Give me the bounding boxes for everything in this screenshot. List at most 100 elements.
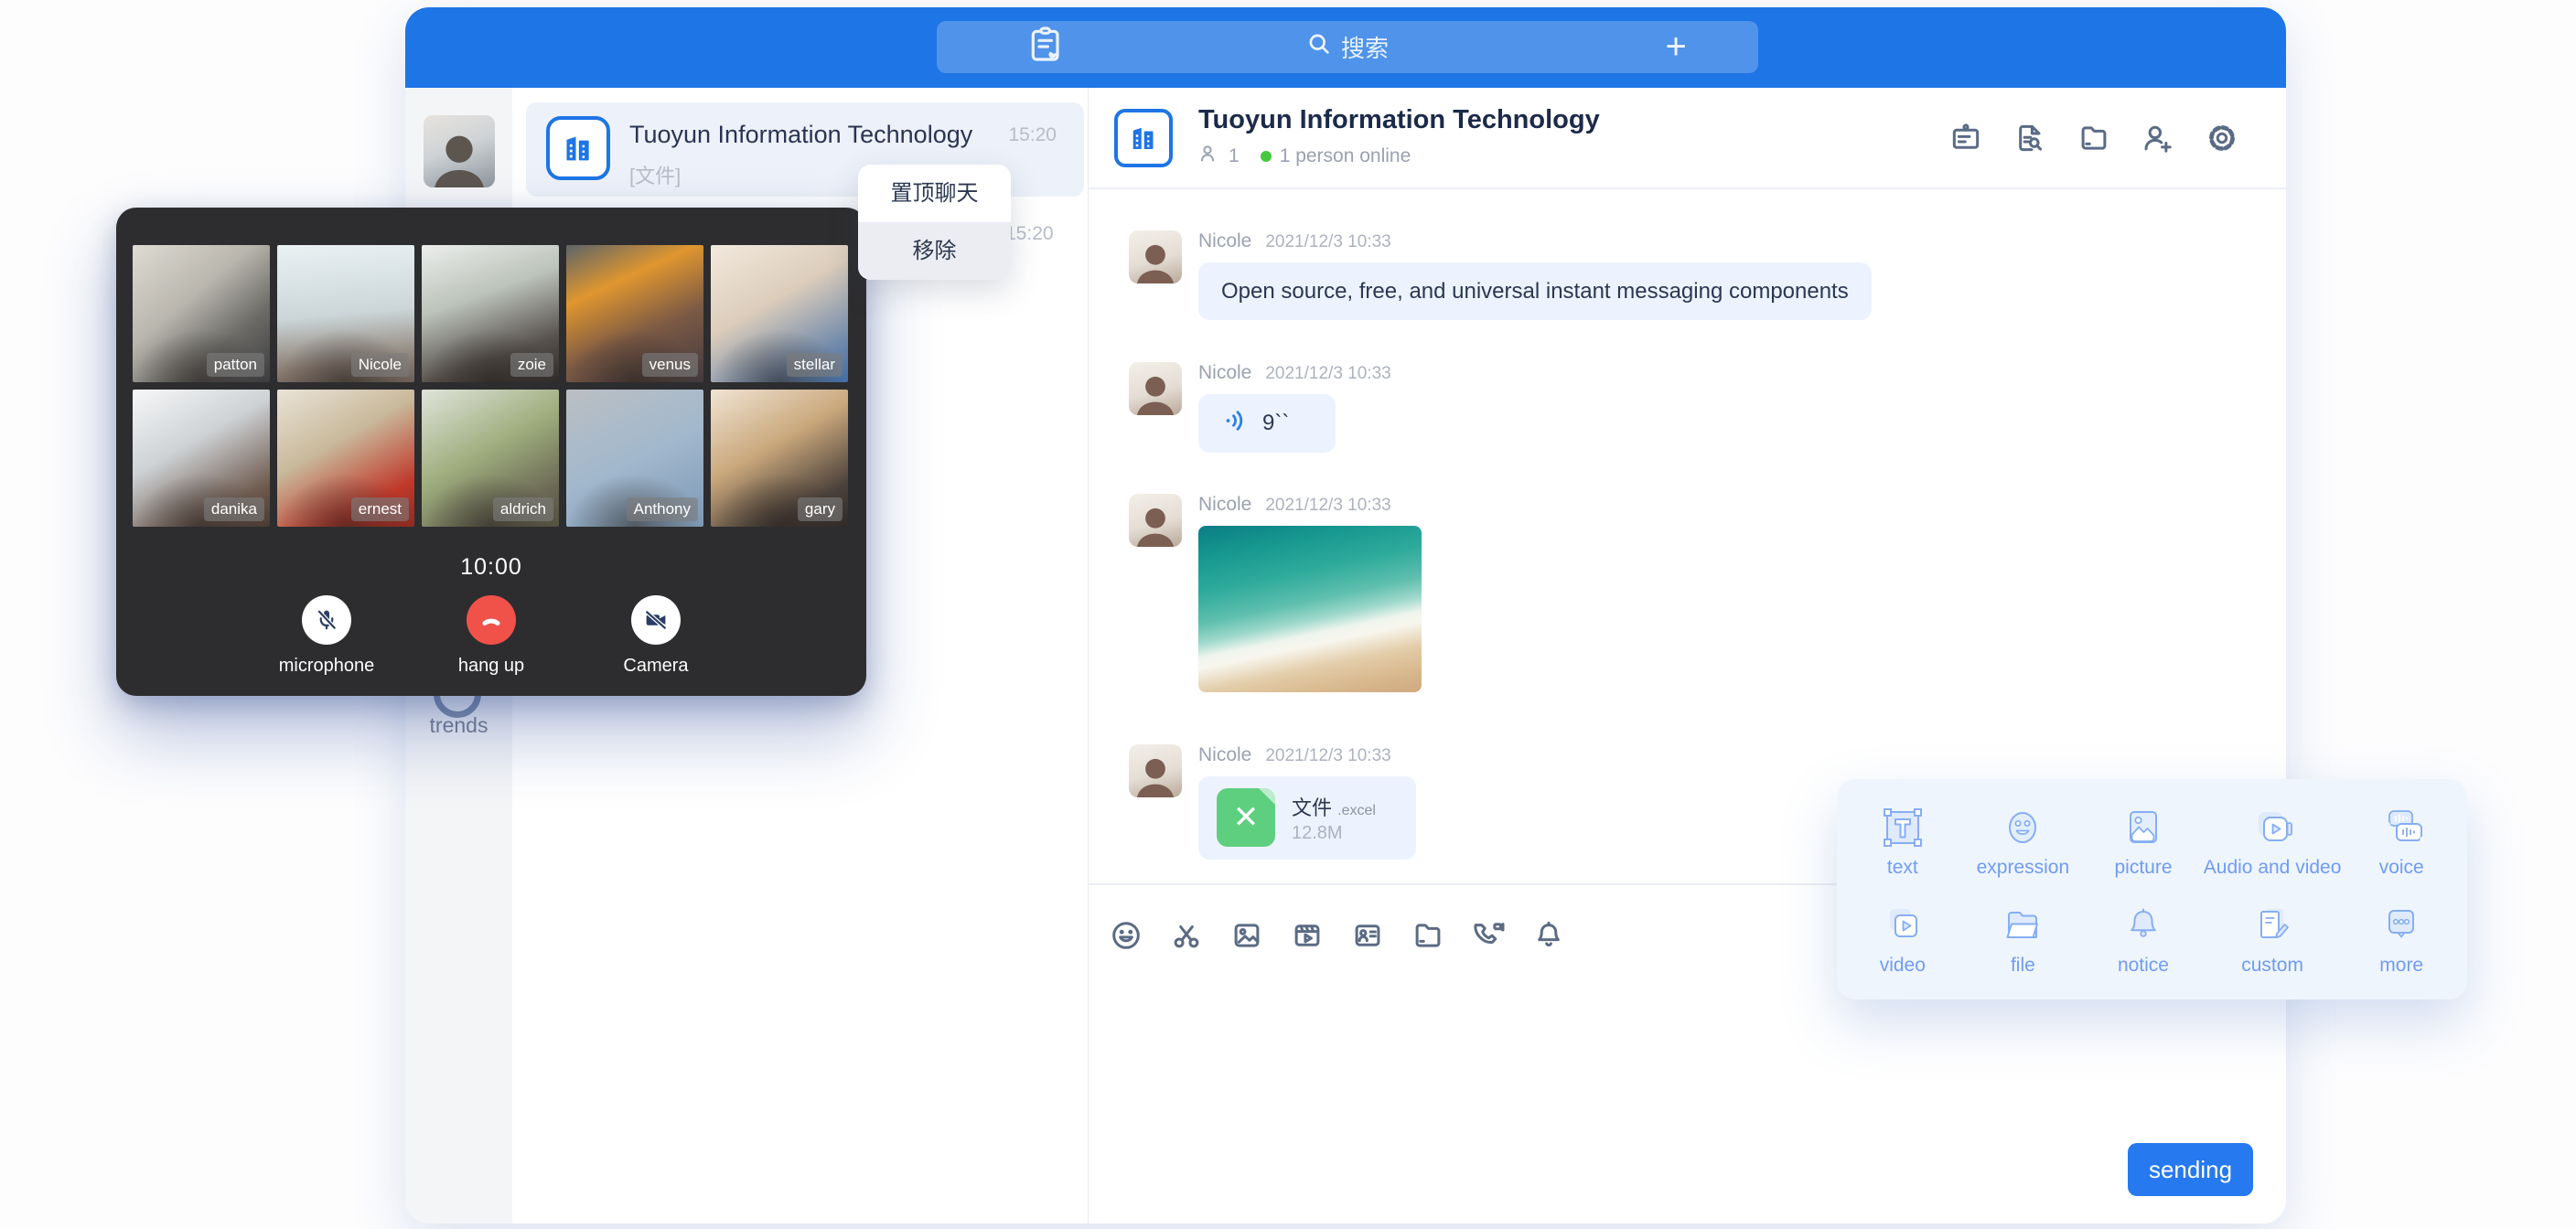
text-message-bubble[interactable]: Open source, free, and universal instant… xyxy=(1198,262,1872,320)
conversation-last-message: [文件] xyxy=(629,160,681,189)
folder-icon[interactable] xyxy=(2076,120,2112,156)
file-folder-icon[interactable] xyxy=(1411,918,1445,953)
message-type-panel: text expression picture xyxy=(1837,779,2467,999)
mic-muted-icon xyxy=(313,606,340,634)
panel-item-picture[interactable]: picture xyxy=(2083,792,2204,890)
chat-main: Tuoyun Information Technology 1 1 person… xyxy=(1089,88,2286,1224)
add-button[interactable]: + xyxy=(1630,21,1722,73)
video-icon xyxy=(1877,900,1928,951)
contact-card-icon[interactable] xyxy=(1350,918,1385,953)
participant-tile[interactable]: Anthony xyxy=(566,390,703,527)
online-dot xyxy=(1261,151,1272,162)
sender-avatar[interactable] xyxy=(1129,494,1182,547)
participant-name: patton xyxy=(207,353,264,377)
file-message-bubble[interactable]: ✕ 文件 .excel 12.8M xyxy=(1198,776,1416,860)
microphone-control: microphone xyxy=(274,595,381,677)
members-icon xyxy=(1198,143,1220,170)
message-time: 2021/12/3 10:33 xyxy=(1265,364,1390,384)
panel-item-voice[interactable]: voice xyxy=(2341,792,2462,890)
participant-tile[interactable]: danika xyxy=(133,390,270,527)
voice-duration: 9`` xyxy=(1262,411,1289,436)
emoji-icon[interactable] xyxy=(1109,918,1143,953)
conversation-context-menu: 置顶聊天 移除 xyxy=(858,165,1011,280)
top-bar: 搜索 + xyxy=(405,7,2286,88)
screenshot-scissors-icon[interactable] xyxy=(1169,918,1204,953)
participant-tile[interactable]: ernest xyxy=(277,390,414,527)
audio-video-icon xyxy=(2247,802,2298,853)
message-group: Nicole 2021/12/3 10:33 xyxy=(1129,494,2286,692)
menu-item-remove[interactable]: 移除 xyxy=(858,222,1011,280)
announcement-icon[interactable] xyxy=(1948,120,1984,156)
conversation-time: 15:20 xyxy=(1005,223,1054,245)
panel-item-more[interactable]: more xyxy=(2341,890,2462,988)
camera-control: Camera xyxy=(603,595,710,677)
picture-icon xyxy=(2118,802,2169,853)
notification-bell-icon[interactable] xyxy=(1531,918,1566,953)
camera-off-button[interactable] xyxy=(631,595,681,645)
camera-label: Camera xyxy=(623,656,688,677)
user-avatar[interactable] xyxy=(424,115,495,187)
file-size: 12.8M xyxy=(1292,823,1343,844)
voice-wave-icon xyxy=(1222,407,1250,441)
participant-tile[interactable]: zoie xyxy=(422,245,559,382)
participant-tile[interactable]: aldrich xyxy=(422,390,559,527)
participant-tile[interactable]: Nicole xyxy=(277,245,414,382)
panel-item-video[interactable]: video xyxy=(1842,890,1963,988)
menu-item-pin-chat[interactable]: 置顶聊天 xyxy=(858,165,1011,222)
panel-item-expression[interactable]: expression xyxy=(1963,792,2084,890)
group-avatar xyxy=(1114,109,1173,167)
group-avatar xyxy=(546,116,610,180)
panel-item-text[interactable]: text xyxy=(1842,792,1963,890)
settings-gear-icon[interactable] xyxy=(2204,120,2240,156)
search-icon xyxy=(1306,31,1332,63)
person-silhouette-icon xyxy=(1129,498,1182,547)
buildings-icon xyxy=(1127,122,1160,155)
sender-name: Nicole xyxy=(1198,494,1251,516)
file-name: 文件 xyxy=(1292,796,1332,819)
participant-tile[interactable]: venus xyxy=(566,245,703,382)
participant-name: stellar xyxy=(787,353,843,377)
sender-name: Nicole xyxy=(1198,362,1251,384)
picture-icon[interactable] xyxy=(1229,918,1264,953)
voice-message-bubble[interactable]: 9`` xyxy=(1198,394,1336,453)
notice-bell-icon xyxy=(2118,900,2169,951)
buildings-icon xyxy=(560,130,596,166)
voice-icon xyxy=(2376,802,2427,853)
hang-up-button[interactable] xyxy=(467,595,516,645)
sender-avatar[interactable] xyxy=(1129,230,1182,283)
participant-name: Anthony xyxy=(627,497,698,521)
screen: 搜索 + trends xyxy=(0,0,2576,1229)
panel-item-file[interactable]: file xyxy=(1963,890,2084,988)
panel-item-notice[interactable]: notice xyxy=(2083,890,2204,988)
sender-avatar[interactable] xyxy=(1129,362,1182,415)
video-call-icon[interactable] xyxy=(1471,918,1506,953)
more-icon xyxy=(2376,900,2427,951)
top-search-pill: 搜索 + xyxy=(937,21,1758,73)
custom-icon xyxy=(2247,900,2298,951)
sender-avatar[interactable] xyxy=(1129,744,1182,797)
participant-name: danika xyxy=(204,497,264,521)
image-message-beach[interactable] xyxy=(1198,526,1422,692)
participant-tile[interactable]: stellar xyxy=(711,245,848,382)
online-status: 1 person online xyxy=(1280,145,1411,167)
participant-name: venus xyxy=(642,353,698,377)
chat-title: Tuoyun Information Technology xyxy=(1198,105,1600,135)
video-clapper-icon[interactable] xyxy=(1290,918,1325,953)
handset-icon xyxy=(477,605,506,635)
add-member-icon[interactable] xyxy=(2140,120,2176,156)
microphone-mute-button[interactable] xyxy=(302,595,351,645)
search-placeholder: 搜索 xyxy=(1341,30,1389,64)
participant-name: gary xyxy=(798,497,843,521)
participant-tile[interactable]: gary xyxy=(711,390,848,527)
participant-tile[interactable]: patton xyxy=(133,245,270,382)
panel-item-custom[interactable]: custom xyxy=(2204,890,2342,988)
chat-history-search-icon[interactable] xyxy=(2012,120,2048,156)
person-silhouette-icon xyxy=(424,123,495,187)
send-button[interactable]: sending xyxy=(2128,1143,2253,1196)
panel-item-audio-video[interactable]: Audio and video xyxy=(2204,792,2342,890)
expression-icon xyxy=(1997,802,2048,853)
hangup-control: hang up xyxy=(438,595,545,677)
call-timer: 10:00 xyxy=(116,554,866,581)
file-ext: .excel xyxy=(1337,803,1376,818)
plus-icon: + xyxy=(1665,27,1686,68)
